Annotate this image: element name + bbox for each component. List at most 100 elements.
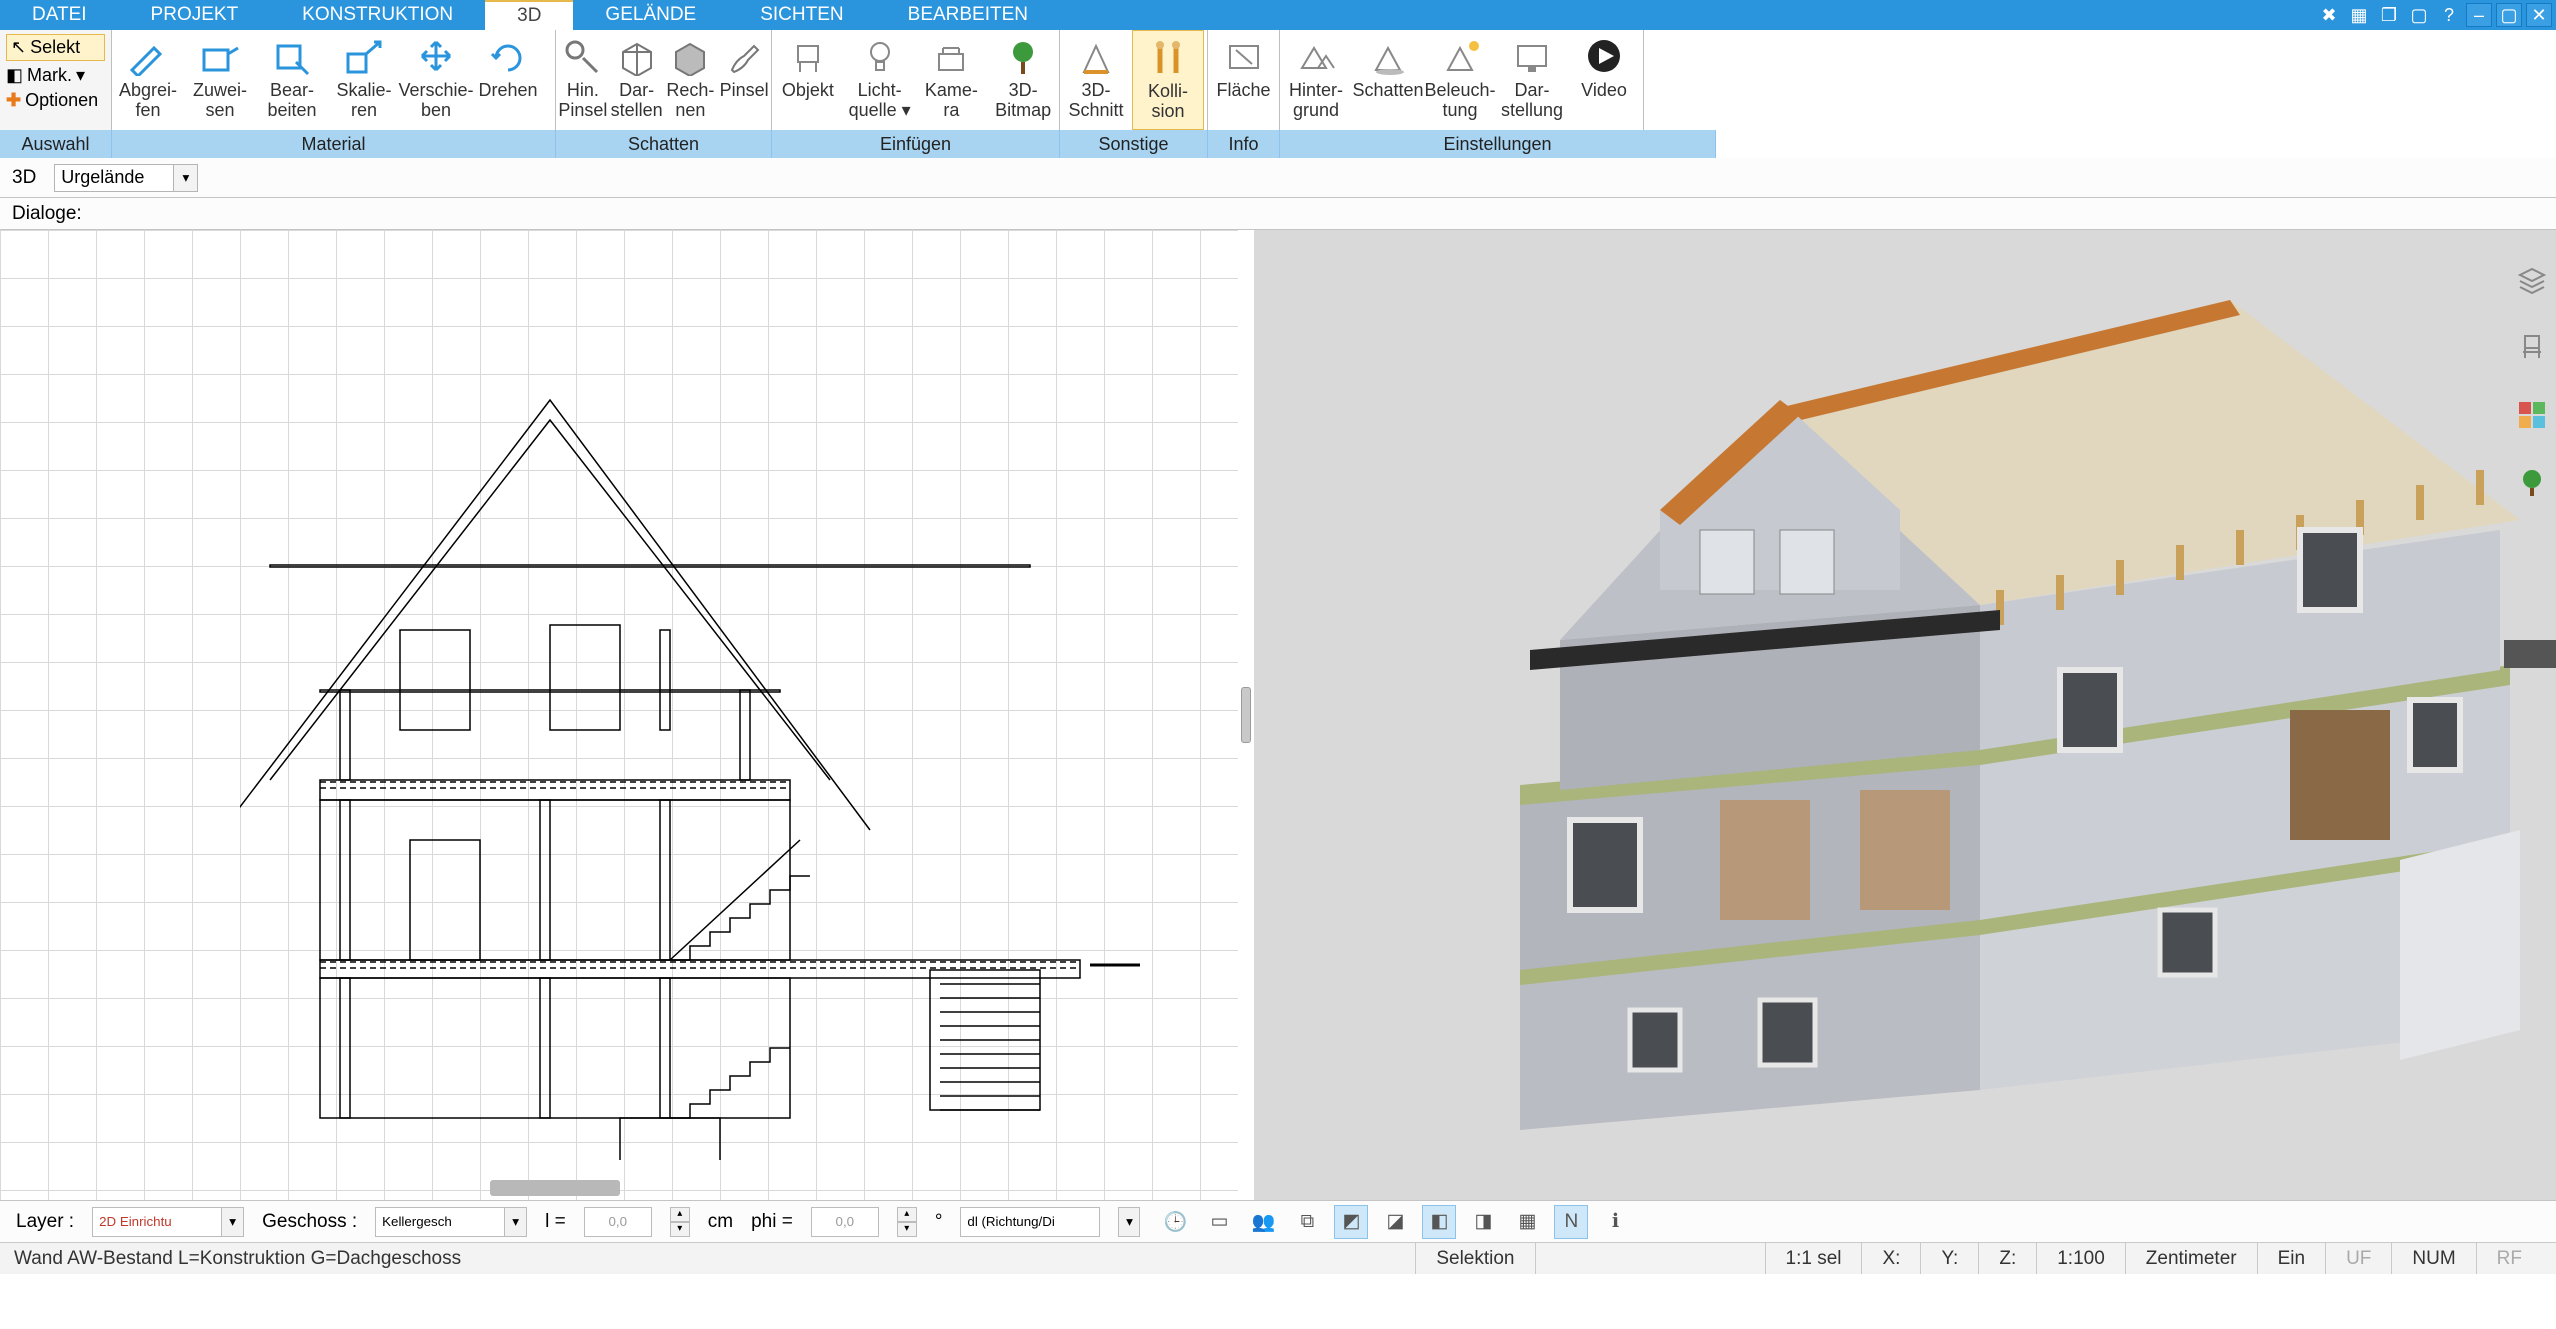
zuweisen-button[interactable]: Zuwei-sen bbox=[184, 30, 256, 130]
menu-projekt[interactable]: PROJEKT bbox=[119, 0, 271, 30]
ribbon-group-einstellungen: Einstellungen bbox=[1280, 130, 1716, 158]
view-bar: 3D ▾ bbox=[0, 158, 2556, 198]
layers-icon[interactable] bbox=[2513, 260, 2551, 298]
3d-schnitt-button[interactable]: 3D-Schnitt bbox=[1060, 30, 1132, 130]
floor-chevron-down-icon[interactable]: ▾ bbox=[505, 1207, 527, 1237]
drehen-button[interactable]: Drehen bbox=[472, 30, 544, 130]
ribbon: Abgrei-fen Zuwei-sen Bear-beiten Skalie-… bbox=[112, 30, 2556, 158]
pane-2d[interactable] bbox=[0, 230, 1238, 1200]
tree-icon[interactable] bbox=[2513, 464, 2551, 502]
status-selektion: Selektion bbox=[1415, 1243, 1534, 1274]
abgreifen-button[interactable]: Abgrei-fen bbox=[112, 30, 184, 130]
layer-chevron-down-icon[interactable]: ▾ bbox=[222, 1207, 244, 1237]
tools-icon[interactable]: ✖ bbox=[2316, 3, 2342, 27]
bottom-bar: Layer : ▾ Geschoss : ▾ l = ▴▾ cm phi = ▴… bbox=[0, 1200, 2556, 1242]
hinpinsel-button[interactable]: Hin.Pinsel bbox=[556, 30, 610, 130]
pinsel-button[interactable]: Pinsel bbox=[717, 30, 771, 130]
side-drawer-handle[interactable] bbox=[2504, 640, 2556, 668]
terrain-combo[interactable]: ▾ bbox=[54, 164, 198, 192]
l-spinner[interactable]: ▴▾ bbox=[670, 1207, 690, 1237]
menu-datei[interactable]: DATEI bbox=[0, 0, 119, 30]
diag1-icon[interactable]: ◩ bbox=[1334, 1205, 1368, 1239]
ribbon-group-einfuegen: Einfügen bbox=[772, 130, 1060, 158]
selekt-button[interactable]: ↖ Selekt bbox=[6, 34, 105, 61]
maximize-icon[interactable]: ▢ bbox=[2496, 3, 2522, 27]
hintergrund-button[interactable]: Hinter-grund bbox=[1280, 30, 1352, 130]
verschieben-button[interactable]: Verschie-ben bbox=[400, 30, 472, 130]
video-button[interactable]: Video bbox=[1568, 30, 1640, 130]
lichtquelle-button[interactable]: Licht-quelle ▾ bbox=[844, 30, 916, 130]
mark-label: Mark. bbox=[27, 65, 72, 86]
floor-label: Geschoss : bbox=[262, 1211, 357, 1233]
pane-2d-scrollbar[interactable] bbox=[490, 1180, 620, 1196]
phi-input[interactable] bbox=[811, 1207, 879, 1237]
splitter[interactable] bbox=[1238, 230, 1254, 1200]
menu-bearbeiten[interactable]: BEARBEITEN bbox=[876, 0, 1060, 30]
clock-icon[interactable]: 🕒 bbox=[1158, 1205, 1192, 1239]
help-icon[interactable]: ? bbox=[2436, 3, 2462, 27]
status-scale: 1:100 bbox=[2036, 1243, 2125, 1274]
dialoge-bar: Dialoge: bbox=[0, 198, 2556, 230]
layer-combo[interactable]: ▾ bbox=[92, 1207, 244, 1237]
pane-3d[interactable] bbox=[1254, 230, 2556, 1200]
floor-input[interactable] bbox=[375, 1207, 505, 1237]
objekt-button[interactable]: Objekt bbox=[772, 30, 844, 130]
cursor-icon: ↖ bbox=[11, 37, 26, 58]
menu-gelaende[interactable]: GELÄNDE bbox=[573, 0, 728, 30]
n-lock-icon[interactable]: N bbox=[1554, 1205, 1588, 1239]
diag2-icon[interactable]: ◪ bbox=[1378, 1205, 1412, 1239]
darstellung-set-button[interactable]: Dar-stellung bbox=[1496, 30, 1568, 130]
menubar: DATEI PROJEKT KONSTRUKTION 3D GELÄNDE SI… bbox=[0, 0, 2556, 30]
3d-bitmap-button[interactable]: 3D-Bitmap bbox=[987, 30, 1059, 130]
screen-icon[interactable]: ▢ bbox=[2406, 3, 2432, 27]
phi-spinner[interactable]: ▴▾ bbox=[897, 1207, 917, 1237]
people-icon[interactable]: 👥 bbox=[1246, 1205, 1280, 1239]
status-num: NUM bbox=[2391, 1243, 2475, 1274]
copy-icon[interactable]: ⧉ bbox=[1290, 1205, 1324, 1239]
darstellen-schatten-button[interactable]: Dar-stellen bbox=[610, 30, 664, 130]
dl-input[interactable] bbox=[960, 1207, 1100, 1237]
status-uf: UF bbox=[2325, 1243, 2391, 1274]
diag3-icon[interactable]: ◧ bbox=[1422, 1205, 1456, 1239]
phi-label: phi = bbox=[751, 1211, 793, 1233]
window-icon[interactable]: ❐ bbox=[2376, 3, 2402, 27]
info-icon[interactable]: ℹ bbox=[1598, 1205, 1632, 1239]
status-x: X: bbox=[1861, 1243, 1920, 1274]
floor-combo[interactable]: ▾ bbox=[375, 1207, 527, 1237]
bearbeiten-button[interactable]: Bear-beiten bbox=[256, 30, 328, 130]
l-input[interactable] bbox=[584, 1207, 652, 1237]
flaeche-button[interactable]: Fläche bbox=[1208, 30, 1279, 130]
status-unit: Zentimeter bbox=[2125, 1243, 2257, 1274]
palette-icon[interactable] bbox=[2513, 396, 2551, 434]
phi-unit: ° bbox=[935, 1211, 943, 1233]
terrain-chevron-down-icon[interactable]: ▾ bbox=[174, 164, 198, 192]
terrain-input[interactable] bbox=[54, 164, 174, 192]
schatten-button[interactable]: Schatten bbox=[1352, 30, 1424, 130]
plus-icon: ✚ bbox=[6, 90, 21, 111]
close-icon[interactable]: ✕ bbox=[2526, 3, 2552, 27]
menu-sichten[interactable]: SICHTEN bbox=[728, 0, 875, 30]
layer-input[interactable] bbox=[92, 1207, 222, 1237]
chair-icon[interactable] bbox=[2513, 328, 2551, 366]
optionen-button[interactable]: ✚ Optionen bbox=[6, 90, 105, 111]
tab-icon[interactable]: ▦ bbox=[2346, 3, 2372, 27]
kamera-button[interactable]: Kame-ra bbox=[916, 30, 988, 130]
l-label: l = bbox=[545, 1211, 566, 1233]
menu-konstruktion[interactable]: KONSTRUKTION bbox=[270, 0, 485, 30]
menu-3d[interactable]: 3D bbox=[485, 0, 573, 30]
view-3d-label: 3D bbox=[12, 167, 36, 189]
layer-label: Layer : bbox=[16, 1211, 74, 1233]
minimize-icon[interactable]: – bbox=[2466, 3, 2492, 27]
mark-button[interactable]: ◧ Mark. ▾ bbox=[6, 65, 105, 86]
kollision-button[interactable]: Kolli-sion bbox=[1132, 30, 1204, 130]
status-ein: Ein bbox=[2257, 1243, 2325, 1274]
grid-icon[interactable]: ▦ bbox=[1510, 1205, 1544, 1239]
status-z: Z: bbox=[1978, 1243, 2036, 1274]
beleuchtung-button[interactable]: Beleuch-tung bbox=[1424, 30, 1496, 130]
rechnen-button[interactable]: Rech-nen bbox=[664, 30, 718, 130]
ribbon-group-material: Material bbox=[112, 130, 556, 158]
diag4-icon[interactable]: ◨ bbox=[1466, 1205, 1500, 1239]
dl-chevron-down-icon[interactable]: ▾ bbox=[1118, 1207, 1140, 1237]
skalieren-button[interactable]: Skalie-ren bbox=[328, 30, 400, 130]
frame-icon[interactable]: ▭ bbox=[1202, 1205, 1236, 1239]
